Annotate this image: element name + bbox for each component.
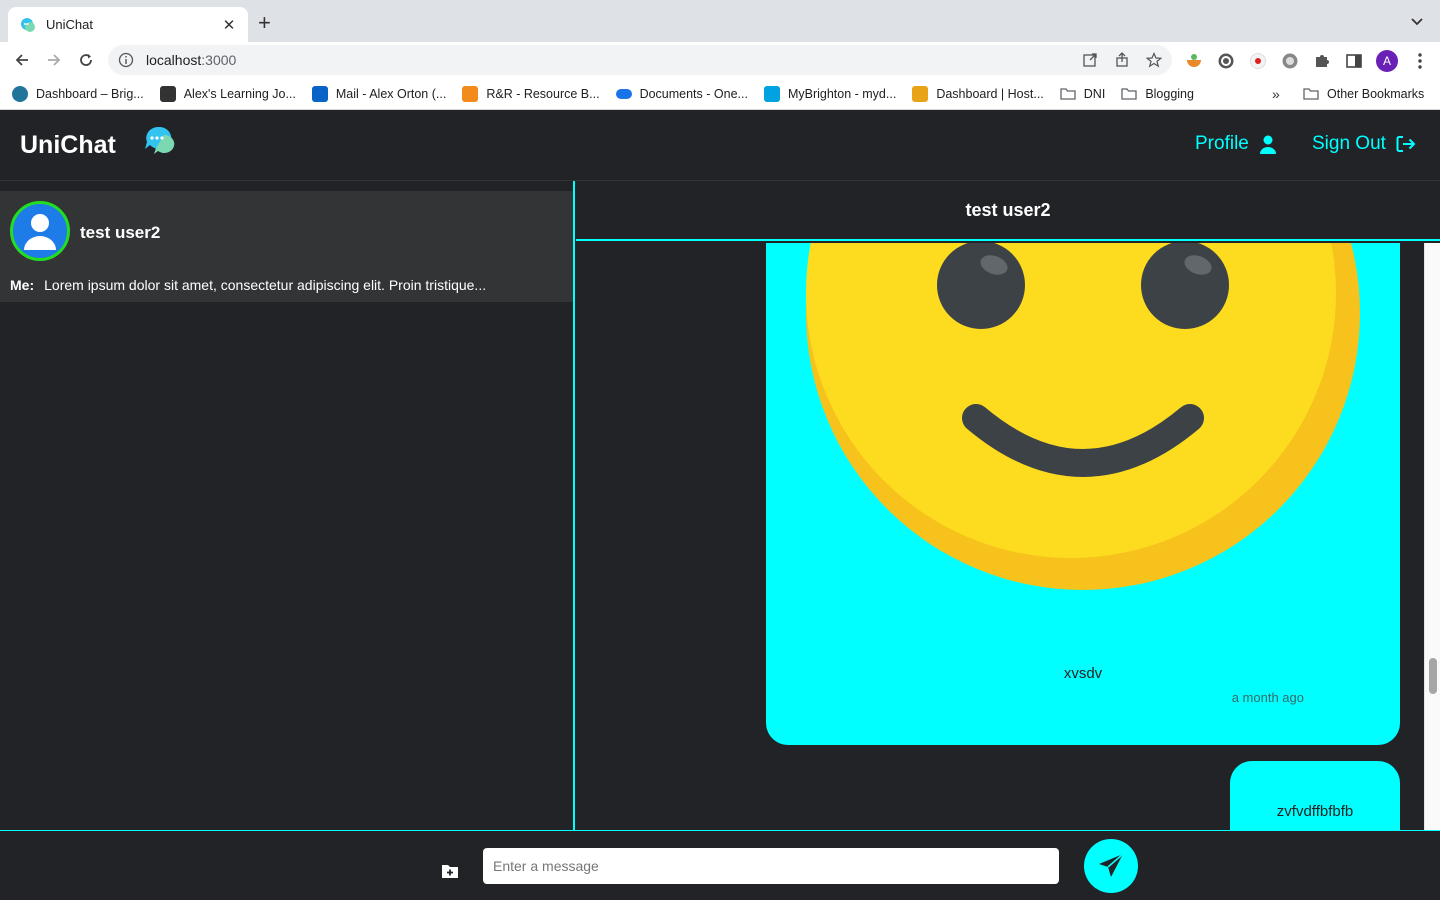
folder-icon: [1121, 87, 1137, 100]
tab-title: UniChat: [46, 17, 93, 32]
bookmark-label: Documents - One...: [639, 86, 748, 101]
reload-icon[interactable]: [70, 44, 102, 76]
sign-out-link[interactable]: Sign Out: [1312, 133, 1416, 155]
sign-out-label: Sign Out: [1312, 133, 1386, 154]
open-in-app-icon[interactable]: [1082, 52, 1098, 68]
folder-icon: [1303, 88, 1319, 100]
message-text: xvsdv: [1063, 665, 1103, 682]
bookmark-label: Blogging: [1145, 86, 1194, 101]
chevron-down-icon[interactable]: [1410, 14, 1424, 28]
message-scrollbar[interactable]: [1424, 243, 1440, 830]
host-icon: [912, 85, 929, 102]
url-text[interactable]: localhost:3000: [146, 52, 1082, 68]
info-icon[interactable]: [118, 52, 134, 68]
extension-aperture-icon[interactable]: [1280, 51, 1300, 71]
url-port: :3000: [201, 52, 237, 68]
message-input[interactable]: [483, 848, 1059, 884]
bookmark-folder[interactable]: DNI: [1060, 86, 1106, 102]
url-host: localhost: [146, 52, 202, 68]
extension-wordpress-icon[interactable]: [1216, 51, 1236, 71]
bookmark-folder[interactable]: Blogging: [1121, 86, 1194, 102]
search-orange-icon: [462, 85, 479, 102]
onedrive-icon: [615, 88, 632, 99]
chat-list-item[interactable]: test user2 Me: Lorem ipsum dolor sit amet…: [0, 191, 573, 302]
message-composer: [0, 830, 1440, 900]
more-bookmarks-button[interactable]: »: [1272, 86, 1280, 102]
back-icon[interactable]: [6, 44, 38, 76]
default-user-avatar-icon: [24, 214, 56, 250]
chat-bubbles-logo-icon: [145, 126, 175, 154]
folder-icon: [1060, 87, 1076, 100]
chat-list-sidebar: test user2 Me: Lorem ipsum dolor sit amet…: [0, 181, 575, 830]
chat-preview-text: Lorem ipsum dolor sit amet, consectetur …: [44, 277, 487, 293]
bookmark-label: MyBrighton - myd...: [787, 86, 897, 101]
share-icon[interactable]: [1114, 52, 1130, 68]
bookmark-label: Dashboard | Host...: [936, 86, 1044, 101]
chat-preview-sender: Me:: [10, 277, 35, 293]
bookmark-label: Dashboard – Brig...: [36, 86, 144, 101]
bookmark-label: Alex's Learning Jo...: [183, 86, 296, 101]
conversation-title: test user2: [965, 199, 1051, 220]
other-bookmarks-label: Other Bookmarks: [1327, 87, 1425, 101]
browser-tabstrip: UniChat ✕ +: [0, 0, 1440, 42]
app-navbar: UniChat Profile Sign Out: [0, 111, 1440, 181]
bookmark-item[interactable]: Dashboard – Brig...: [12, 85, 144, 102]
scrollbar-thumb[interactable]: [1429, 658, 1437, 694]
browser-toolbar: localhost:3000 A: [0, 42, 1440, 78]
ao-icon: [159, 85, 176, 102]
browser-profile-avatar[interactable]: A: [1376, 50, 1398, 72]
bookmark-label: R&R - Resource B...: [486, 86, 600, 101]
browser-menu-icon[interactable]: [1410, 51, 1430, 71]
forward-icon[interactable]: [38, 44, 70, 76]
new-tab-icon[interactable]: +: [258, 12, 271, 34]
chat-user-name: test user2: [80, 223, 161, 242]
extension-bowl-icon[interactable]: [1184, 51, 1204, 71]
sign-out-icon: [1396, 136, 1416, 152]
app-logo-text[interactable]: UniChat: [20, 131, 116, 160]
paper-plane-icon: [1099, 853, 1124, 877]
bookmark-label: Mail - Alex Orton (...: [335, 86, 447, 101]
user-icon: [1259, 135, 1276, 154]
m-icon: [763, 85, 780, 102]
unichat-favicon-icon: [21, 17, 35, 32]
smiley-emoji-image: [806, 243, 1360, 590]
send-button[interactable]: [1084, 839, 1138, 893]
bookmark-label: DNI: [1083, 86, 1106, 101]
message-timestamp: a month ago: [1231, 690, 1304, 705]
wordpress-icon: [12, 85, 28, 102]
bookmark-item[interactable]: Alex's Learning Jo...: [159, 85, 296, 102]
profile-label: Profile: [1195, 133, 1249, 154]
bookmark-item[interactable]: Documents - One...: [615, 86, 748, 101]
profile-link[interactable]: Profile: [1195, 133, 1277, 155]
conversation-header: test user2: [576, 181, 1440, 241]
message-bubble: zvfvdffbfbfb: [1230, 761, 1400, 830]
bookmarks-bar: Dashboard – Brig... Alex's Learning Jo..…: [0, 78, 1440, 110]
address-bar[interactable]: localhost:3000: [108, 45, 1172, 75]
avatar: [10, 201, 70, 261]
bookmark-item[interactable]: MyBrighton - myd...: [763, 85, 897, 102]
chat-last-message: Me: Lorem ipsum dolor sit amet, consectet…: [10, 277, 486, 293]
bookmark-item[interactable]: Mail - Alex Orton (...: [311, 85, 447, 102]
extension-record-icon[interactable]: [1248, 51, 1268, 71]
message-feed[interactable]: xvsdv a month ago zvfvdffbfbfb: [576, 243, 1424, 830]
extensions-puzzle-icon[interactable]: [1312, 51, 1332, 71]
side-panel-icon[interactable]: [1344, 51, 1364, 71]
bookmark-item[interactable]: R&R - Resource B...: [462, 85, 600, 102]
message-text: zvfvdffbfbfb: [1276, 803, 1354, 820]
bookmark-item[interactable]: Dashboard | Host...: [912, 85, 1044, 102]
browser-tab[interactable]: UniChat ✕: [8, 7, 248, 42]
close-tab-icon[interactable]: ✕: [220, 16, 238, 34]
other-bookmarks-folder[interactable]: Other Bookmarks: [1303, 86, 1424, 102]
bookmark-star-icon[interactable]: [1146, 52, 1162, 68]
message-bubble: xvsdv a month ago: [766, 243, 1400, 745]
outlook-icon: [311, 85, 328, 102]
add-file-icon[interactable]: [441, 863, 459, 879]
